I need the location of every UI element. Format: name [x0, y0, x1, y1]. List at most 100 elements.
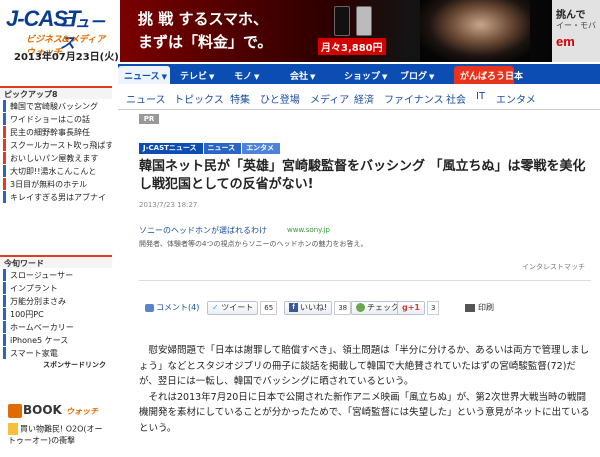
- article-title: 韓国ネット民が「英雄」宮崎駿監督をバッシング 「風立ちぬ」は零戦を美化し戦犯国と…: [139, 159, 586, 192]
- tab-label: テレビ: [180, 72, 208, 82]
- trending-item[interactable]: ホームベーカリー: [3, 321, 112, 333]
- pickup-item[interactable]: 大切即!!湯水こんこんと: [3, 165, 112, 177]
- comment-icon: [145, 303, 154, 312]
- current-date: 2013年07月23日(火): [14, 52, 119, 63]
- subnav-item-people[interactable]: ひと登場: [260, 91, 300, 106]
- article-paragraph: 慰安婦問題で「日本は謝罪して賠償すべき」、領土問題は「半分に分けるか、あるいは両…: [139, 345, 590, 387]
- chevron-down-icon: ▼: [382, 73, 388, 81]
- trending-item[interactable]: 万能分別まさみ: [3, 295, 112, 307]
- subnav-item-entertainment[interactable]: エンタメ: [496, 91, 536, 106]
- ad-right-panel: 挑んで イー・モバ em: [552, 0, 600, 62]
- pickup-heading: ピックアップ8: [0, 86, 112, 99]
- sub-nav: ニュース トピックス 特集 ひと登場 メディア 経済 ファイナンス 社会 IT …: [118, 84, 600, 110]
- like-label: いいね!: [300, 302, 328, 312]
- subnav-item-society[interactable]: 社会: [446, 91, 466, 106]
- pickup-item[interactable]: おいしいパン屋教えます: [3, 152, 112, 164]
- breadcrumb-item[interactable]: エンタメ: [242, 143, 280, 154]
- chevron-down-icon: ▼: [429, 73, 435, 81]
- printer-icon: [465, 303, 475, 312]
- book-item[interactable]: 買い物難民! O2O(オートゥーオー)の衝撃: [8, 423, 108, 446]
- text-ad-url[interactable]: www.sony.jp: [287, 226, 330, 234]
- book-watch-logo[interactable]: BOOK ウォッチ: [8, 403, 108, 421]
- left-sidebar: ピックアップ8 韓国で宮崎駿バッシング ワイドショーはこの話 民主の細野幹事長辞…: [0, 64, 112, 457]
- check-label: チェック: [367, 302, 399, 312]
- trending-item[interactable]: インプラント: [3, 282, 112, 294]
- ad-price: 月々3,880円: [318, 38, 386, 55]
- pickup-item[interactable]: 民主の細野幹事長辞任: [3, 126, 112, 138]
- subnav-item-finance[interactable]: ファイナンス: [384, 91, 444, 106]
- pickup-item[interactable]: 韓国で宮崎駿バッシング: [3, 100, 112, 112]
- tab-ganbarou-nippon[interactable]: がんばろう日本: [454, 66, 523, 84]
- tab-label: ブログ: [400, 72, 428, 82]
- trending-item[interactable]: iPhone5 ケース: [3, 334, 112, 346]
- tab-news[interactable]: ニュース ▼: [118, 66, 170, 84]
- phone-icon: [334, 6, 350, 36]
- tab-company[interactable]: 会社 ▼: [284, 66, 321, 84]
- text-ad-title[interactable]: ソニーのヘッドホンが選ばれるわけ: [139, 225, 267, 236]
- facebook-like-button[interactable]: f いいね! 38: [284, 300, 352, 316]
- share-bar: コメント(4) ✓ ツイート65 fいいね!38 チェック0 g+13 印刷: [139, 300, 591, 316]
- sponsored-row: スポンサードリンク: [0, 360, 112, 370]
- tab-tv[interactable]: テレビ ▼: [174, 66, 220, 84]
- subnav-item-economy[interactable]: 経済: [354, 91, 374, 106]
- tweet-btn[interactable]: ✓ ツイート: [207, 300, 259, 315]
- sponsored-link[interactable]: スポンサードリンク: [43, 360, 106, 370]
- article-date: 2013/7/23 18:27: [139, 201, 198, 209]
- main-nav: ニュース ▼ テレビ ▼ モノ ▼ 会社 ▼ ショップ ▼ ブログ ▼ がんばろう日本: [118, 64, 600, 84]
- gplus-count: 3: [427, 300, 440, 315]
- site-logo[interactable]: J-CAST ニュース ビジネス&メディア ウォッチ: [6, 6, 116, 58]
- tab-label: モノ: [234, 72, 253, 82]
- like-count: 38: [334, 300, 352, 315]
- tab-shop[interactable]: ショップ ▼: [338, 66, 393, 84]
- trending-words-section: 今旬ワード スロージューサー インプラント 万能分別まさみ 100円PC ホーム…: [0, 255, 112, 370]
- subnav-item-it[interactable]: IT: [476, 91, 485, 102]
- article-paragraph: それは2013年7月20日に日本で公開された新作アニメ映画「風立ちぬ」が、第2次…: [139, 391, 590, 434]
- print-button[interactable]: 印刷: [465, 300, 494, 316]
- tab-mono[interactable]: モノ ▼: [228, 66, 265, 84]
- pickup-item[interactable]: ワイドショーはこの話: [3, 113, 112, 125]
- google-plus-button[interactable]: g+1 3: [397, 300, 440, 316]
- pickup-item[interactable]: スクールカースト吹っ飛ばす: [3, 139, 112, 151]
- book-logo-sub: ウォッチ: [66, 407, 99, 416]
- book-thumbnail-icon: [8, 423, 18, 435]
- breadcrumb: J-CASTニュース ニュース エンタメ: [139, 142, 281, 154]
- ad-brand-logo: em: [556, 34, 575, 49]
- tab-label: ショップ: [344, 72, 381, 82]
- article-body: 慰安婦問題で「日本は謝罪して賠償すべき」、領土問題は「半分に分けるか、あるいは両…: [139, 343, 591, 436]
- text-ad[interactable]: ソニーのヘッドホンが選ばれるわけ www.sony.jp 開発者、体験者等の4つ…: [139, 225, 591, 273]
- trending-heading: 今旬ワード: [0, 255, 112, 268]
- divider: [139, 280, 591, 281]
- top-ad-banner[interactable]: 挑 戦 するスマホ、 まずは「料金」で。 月々3,880円 挑んで イー・モバ …: [120, 0, 600, 62]
- tab-blog[interactable]: ブログ ▼: [394, 66, 440, 84]
- trending-item[interactable]: スロージューサー: [3, 269, 112, 281]
- like-btn[interactable]: f いいね!: [284, 300, 333, 315]
- book-icon: [8, 403, 22, 418]
- breadcrumb-item[interactable]: ニュース: [203, 143, 242, 154]
- ad-person-photo: [420, 0, 530, 62]
- chevron-down-icon: ▼: [254, 73, 260, 81]
- tweet-count: 65: [260, 300, 278, 315]
- comment-label: コメント(4): [156, 303, 200, 312]
- pickup-item[interactable]: キレイすぎる男はアブナイ: [3, 191, 112, 203]
- subnav-item-news[interactable]: ニュース: [126, 91, 166, 106]
- chevron-down-icon: ▼: [209, 73, 215, 81]
- subnav-item-media[interactable]: メディア: [310, 91, 349, 106]
- breadcrumb-item[interactable]: J-CASTニュース: [139, 143, 203, 154]
- gplus-btn[interactable]: g+1: [397, 300, 425, 315]
- ad-right-text: 挑んで: [556, 10, 586, 21]
- twitter-bird-icon: ✓: [212, 302, 219, 312]
- pickup-item[interactable]: 3日目が無料のホテル: [3, 178, 112, 190]
- trending-item[interactable]: スマート家電: [3, 347, 112, 359]
- subnav-item-topics[interactable]: トピックス: [174, 91, 224, 106]
- text-ad-label[interactable]: インタレストマッチ: [522, 262, 585, 272]
- phone-icon: [356, 6, 372, 36]
- chevron-down-icon: ▼: [310, 73, 316, 81]
- subnav-item-features[interactable]: 特集: [230, 91, 250, 106]
- site-header: J-CAST ニュース ビジネス&メディア ウォッチ 2013年07月23日(火…: [0, 0, 600, 64]
- trending-item[interactable]: 100円PC: [3, 308, 112, 320]
- ad-headline-2: まずは「料金」で。: [138, 33, 273, 51]
- comment-link[interactable]: コメント(4): [145, 300, 199, 316]
- chevron-down-icon: ▼: [161, 73, 167, 81]
- tab-label: がんばろう日本: [460, 72, 524, 82]
- tweet-button[interactable]: ✓ ツイート 65: [207, 300, 278, 316]
